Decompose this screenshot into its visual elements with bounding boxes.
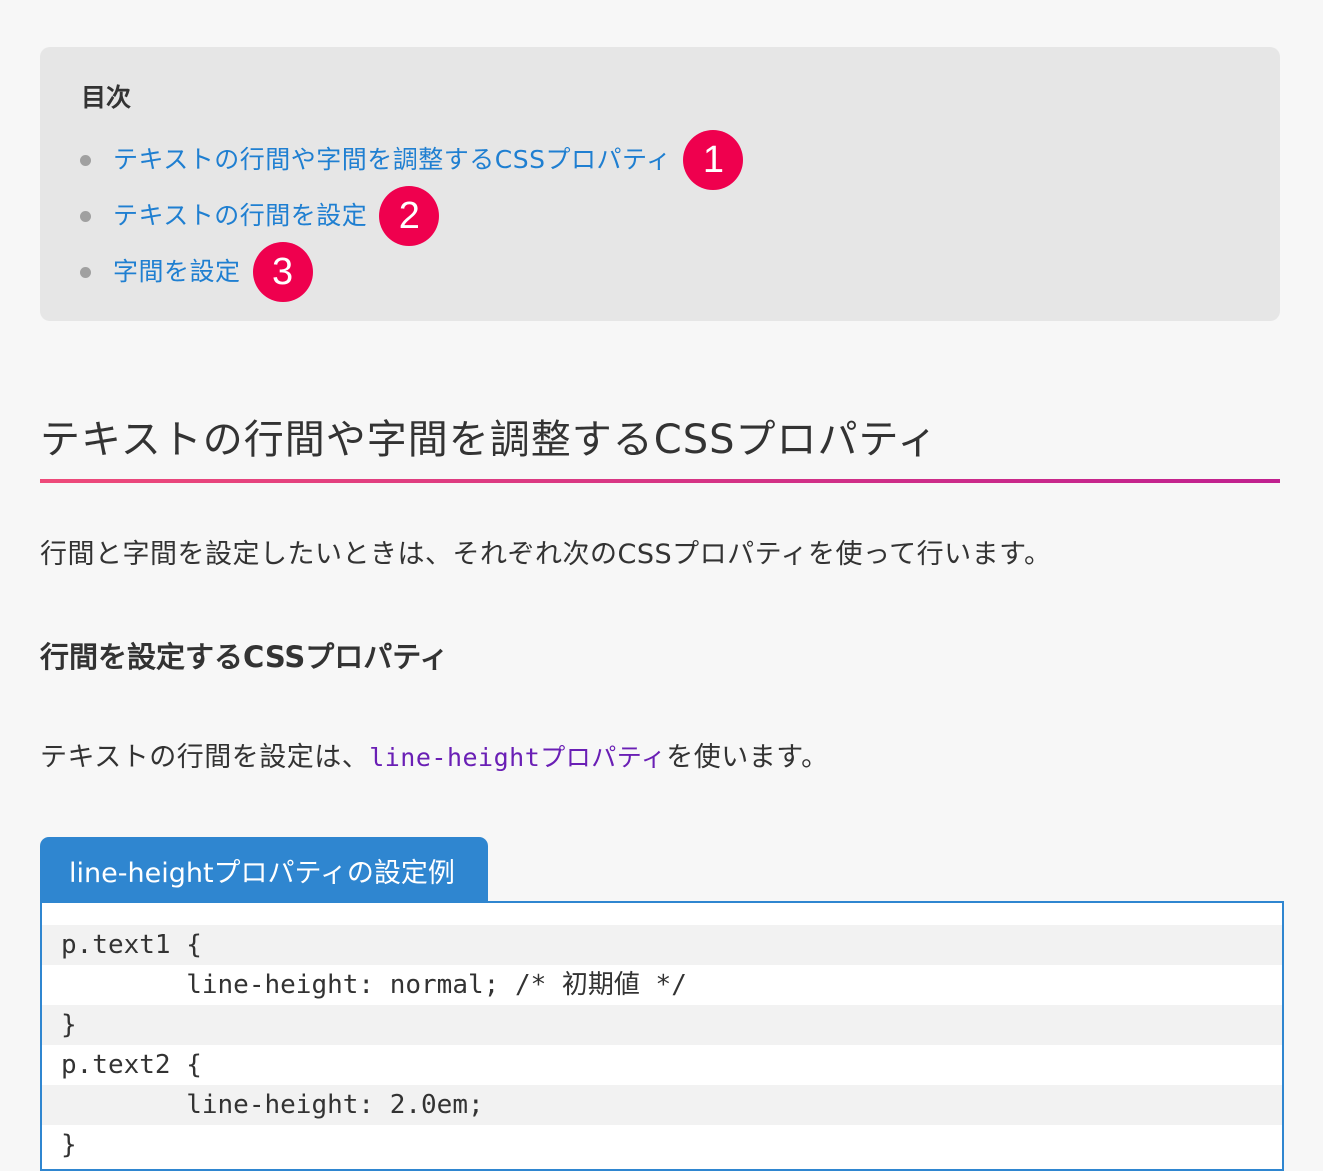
paragraph-text: を使います。: [666, 742, 829, 773]
code-block: p.text1 { line-height: normal; /* 初期値 */…: [40, 901, 1284, 1171]
code-line: }: [42, 1125, 1282, 1165]
number-badge: 3: [252, 242, 313, 302]
toc-link-letter-spacing[interactable]: 字間を設定: [113, 257, 241, 287]
code-line: p.text1 {: [42, 925, 1282, 965]
number-badge: 1: [683, 130, 744, 190]
intro-paragraph: 行間と字間を設定したいときは、それぞれ次のCSSプロパティを使って行います。: [40, 539, 1052, 570]
bullet-icon: [80, 154, 91, 166]
code-line: line-height: 2.0em;: [42, 1085, 1282, 1125]
paragraph-text: テキストの行間を設定は、: [40, 742, 370, 773]
section-heading: テキストの行間や字間を調整するCSSプロパティ: [40, 417, 939, 463]
toc-item: テキストの行間を設定 2: [80, 186, 440, 246]
subheading: 行間を設定するCSSプロパティ: [40, 640, 449, 674]
toc-link-line-height[interactable]: テキストの行間を設定: [113, 201, 367, 231]
table-of-contents: 目次 テキストの行間や字間を調整するCSSプロパティ 1 テキストの行間を設定 …: [40, 47, 1280, 321]
bullet-icon: [80, 266, 91, 278]
toc-item: テキストの行間や字間を調整するCSSプロパティ 1: [80, 130, 744, 190]
code-line: line-height: normal; /* 初期値 */: [42, 965, 1282, 1005]
bullet-icon: [80, 210, 91, 222]
toc-item: 字間を設定 3: [80, 242, 313, 302]
toc-link-css-properties[interactable]: テキストの行間や字間を調整するCSSプロパティ: [113, 145, 671, 175]
toc-title: 目次: [81, 83, 132, 112]
code-lines: p.text1 { line-height: normal; /* 初期値 */…: [42, 925, 1282, 1165]
heading-underline: [40, 479, 1280, 483]
inline-code: line-heightプロパティ: [369, 743, 667, 772]
code-line: }: [42, 1005, 1282, 1045]
code-example-tab: line-heightプロパティの設定例: [40, 837, 488, 903]
code-line: p.text2 {: [42, 1045, 1282, 1085]
body-paragraph: テキストの行間を設定は、line-heightプロパティを使います。: [40, 738, 829, 778]
number-badge: 2: [379, 186, 440, 246]
